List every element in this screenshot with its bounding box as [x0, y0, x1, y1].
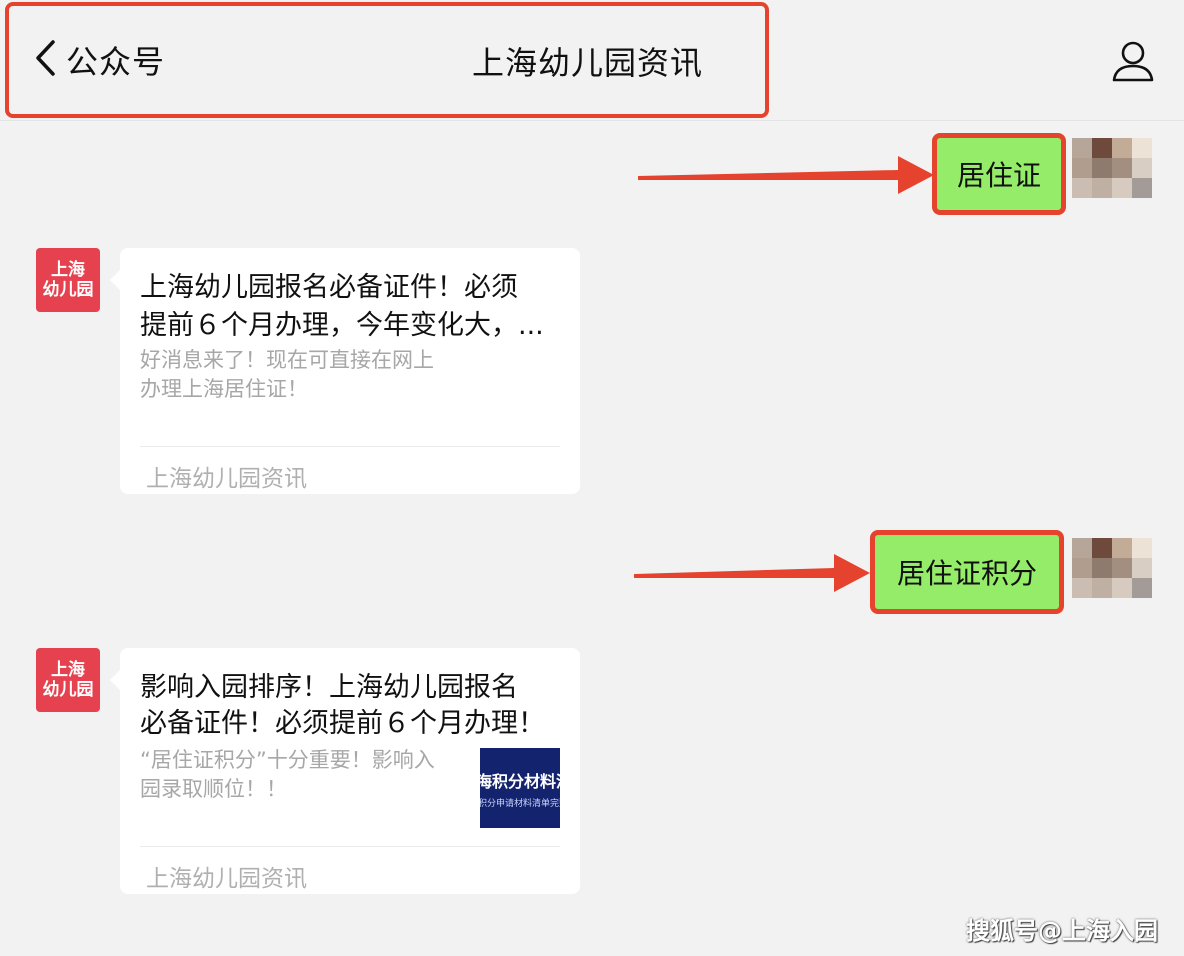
annotation-arrow-2: [634, 554, 870, 592]
user-message-bubble[interactable]: 居住证: [932, 133, 1066, 215]
article-source: 上海幼儿园资讯: [146, 466, 307, 492]
card-tail: [110, 670, 120, 690]
account-avatar[interactable]: 上海 幼儿园: [36, 248, 100, 312]
article-desc-line2: 园录取顺位！！: [140, 777, 287, 801]
user-message-bubble[interactable]: 居住证积分: [870, 530, 1064, 614]
user-message-text: 居住证: [956, 159, 1041, 192]
card-divider: [140, 846, 560, 847]
account-avatar[interactable]: 上海 幼儿园: [36, 648, 100, 712]
card-tail: [110, 270, 120, 290]
article-thumbnail: 海积分材料清 积分申请材料清单完整版: [480, 748, 560, 828]
account-avatar-text-line1: 上海: [51, 260, 85, 280]
thumbnail-text: 海积分材料清: [480, 772, 560, 791]
user-message-text: 居住证积分: [896, 557, 1037, 590]
header-highlight-box: [5, 2, 769, 118]
user-avatar[interactable]: [1072, 138, 1152, 198]
article-title-line1: 上海幼儿园报名必备证件！必须: [140, 272, 518, 303]
user-avatar[interactable]: [1072, 538, 1152, 598]
article-title-line2: 提前６个月办理，今年变化大，...: [140, 310, 544, 341]
article-desc-line1: 好消息来了！现在可直接在网上: [140, 348, 434, 372]
article-source: 上海幼儿园资讯: [146, 866, 307, 892]
article-title-line2: 必备证件！必须提前６个月办理！: [140, 708, 545, 739]
account-avatar-text-line2: 幼儿园: [42, 680, 94, 700]
watermark: 搜狐号@上海入园: [966, 917, 1158, 945]
article-card[interactable]: 上海幼儿园报名必备证件！必须 提前６个月办理，今年变化大，... 好消息来了！现…: [110, 248, 580, 494]
thumbnail-subtext: 积分申请材料清单完整版: [480, 799, 560, 809]
account-avatar-text-line1: 上海: [51, 660, 85, 680]
profile-button[interactable]: [1110, 38, 1156, 84]
article-desc-line2: 办理上海居住证！: [140, 377, 308, 401]
card-divider: [140, 446, 560, 447]
person-icon: [1112, 41, 1154, 82]
article-desc-line1: “居住证积分”十分重要！影响入: [140, 748, 435, 772]
article-card[interactable]: 影响入园排序！上海幼儿园报名 必备证件！必须提前６个月办理！ “居住证积分”十分…: [110, 648, 580, 894]
article-title-line1: 影响入园排序！上海幼儿园报名: [140, 672, 518, 703]
annotation-arrow-1: [638, 156, 934, 194]
account-avatar-text-line2: 幼儿园: [42, 280, 94, 300]
